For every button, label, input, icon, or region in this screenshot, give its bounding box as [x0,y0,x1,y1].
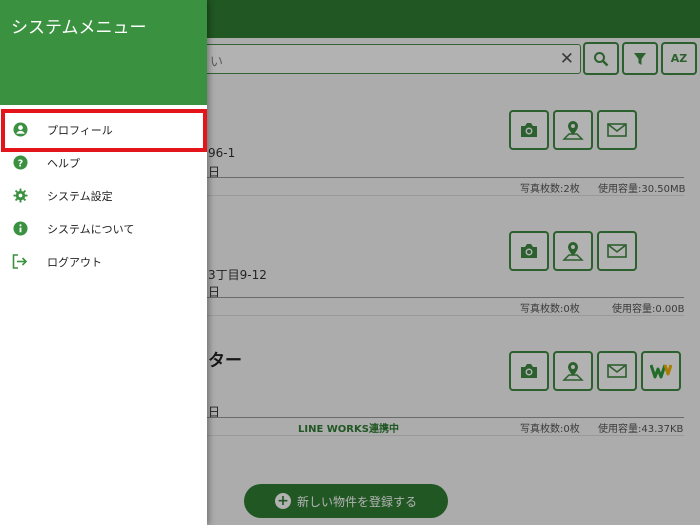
navigation-drawer: システムメニュー プロフィール ? ヘルプ システム設定 システムについて ログ… [0,0,207,525]
menu-item-label: ヘルプ [47,157,80,170]
drawer-header: システムメニュー [0,0,207,105]
highlight-box [1,109,207,152]
drawer-title: システムメニュー [11,18,147,38]
menu-item-settings[interactable]: システム設定 [0,179,207,212]
svg-text:?: ? [17,158,22,169]
menu-item-label: システムについて [47,223,135,236]
gear-icon [12,187,28,203]
help-circle-icon: ? [12,154,28,170]
info-circle-icon [12,220,28,236]
menu-item-label: ログアウト [47,256,102,269]
menu-item-label: システム設定 [47,190,113,203]
menu-item-logout[interactable]: ログアウト [0,245,207,278]
logout-icon [12,253,28,269]
menu-item-about[interactable]: システムについて [0,212,207,245]
